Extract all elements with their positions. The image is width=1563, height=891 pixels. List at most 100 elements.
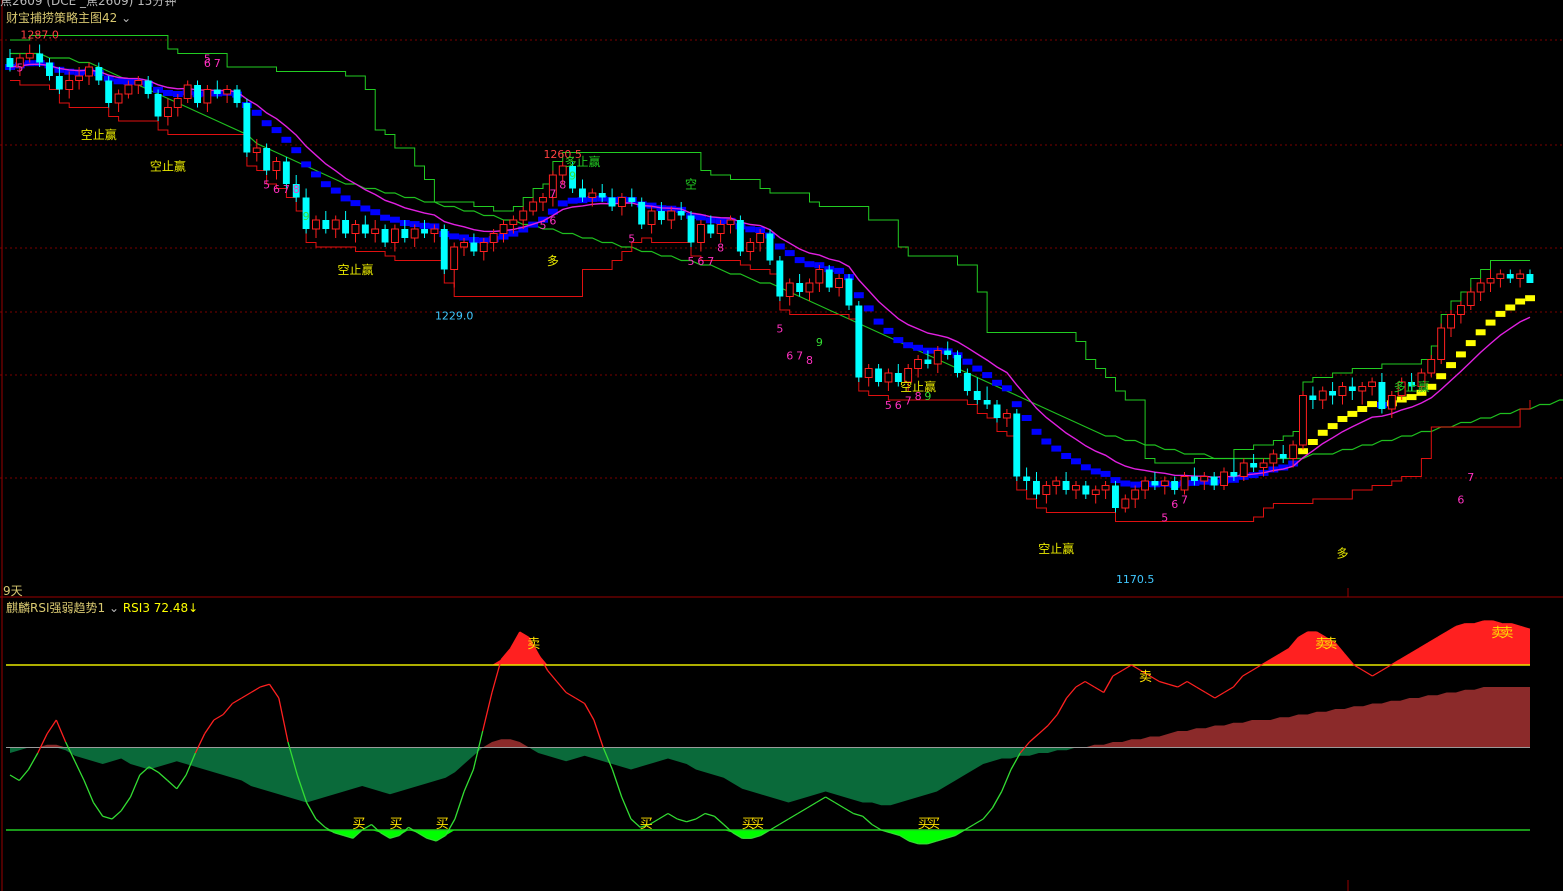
candle-body [470, 242, 478, 252]
rsi-line-segment [1038, 725, 1049, 735]
count-label: 7 [796, 350, 803, 363]
chevron-down-icon[interactable]: ⌄ [105, 601, 119, 615]
candle-body [331, 219, 340, 230]
rsi-line-segment [9, 774, 20, 782]
trend-block [380, 214, 390, 221]
rsi-line-segment [46, 719, 57, 735]
trend-block [853, 292, 864, 299]
candle-body [351, 224, 360, 234]
rsi-line-segment [1094, 686, 1105, 694]
candle-body [1496, 273, 1505, 279]
candle-body [124, 84, 133, 95]
rsi-line-segment [1168, 683, 1178, 688]
trend-block [1406, 394, 1417, 401]
sub-indicator-title[interactable]: 麒麟RSI强弱趋势1 ⌄ RSI3 72.48↓ [6, 599, 198, 616]
trend-block [1515, 298, 1526, 305]
rsi-line-segment [695, 812, 706, 820]
rsi-line-segment [862, 815, 873, 825]
count-label: 8 [806, 354, 813, 367]
candle-body [618, 197, 626, 207]
rsi-line-segment [1084, 680, 1095, 688]
candle-body [1289, 444, 1298, 459]
rsi-line-segment [769, 823, 780, 831]
rsi-line-segment [482, 692, 493, 732]
candle-body [983, 400, 991, 405]
rsi-line-segment [260, 683, 270, 688]
candle-body [825, 269, 833, 288]
rsi-line-segment [547, 670, 558, 682]
candle-body [1457, 305, 1465, 315]
rsi-line-segment [1075, 680, 1086, 688]
candle-body [1368, 381, 1376, 387]
buy-marker: 买 [389, 817, 402, 832]
candle-body [1171, 481, 1179, 490]
candle-body [322, 220, 330, 229]
rsi-line-segment [788, 812, 799, 820]
candle-body [509, 219, 518, 225]
candle-body [588, 192, 597, 198]
trend-area-strong [10, 687, 1530, 748]
count-label: 7 [549, 188, 556, 201]
candle-body [658, 211, 665, 220]
candle-body [1052, 480, 1061, 486]
candle-body [450, 246, 459, 270]
rsi-line-segment [778, 818, 789, 826]
buy-marker: 买 [436, 817, 449, 832]
candle-body [105, 80, 113, 103]
candle-body [638, 202, 646, 225]
candle-body [1191, 476, 1198, 481]
trend-block [1485, 319, 1496, 326]
trend-block [113, 78, 124, 85]
rsi-line-segment [83, 780, 94, 803]
candle-body [25, 53, 34, 59]
candle-body [85, 66, 93, 77]
trend-block [863, 305, 874, 312]
count-label: 7 [1467, 471, 1474, 484]
count-label: 5 [204, 53, 211, 66]
trend-block [330, 187, 341, 194]
count-label: 7 [905, 395, 912, 408]
rsi-line-segment [704, 812, 715, 817]
rsi-line-segment [129, 774, 141, 798]
buy-marker: 买 [640, 817, 653, 832]
candle-body [183, 84, 192, 99]
candle-body [726, 219, 735, 225]
candle-body [697, 224, 705, 243]
trend-area-weak [10, 747, 1530, 806]
main-indicator-title[interactable]: 财宝捕捞策略主图42 ⌄ [6, 9, 131, 26]
rsi-line-segment [621, 796, 632, 820]
rsi-line-segment [1214, 691, 1225, 699]
candle-body [1082, 485, 1090, 495]
rsi-line-segment [157, 771, 169, 781]
trend-block [1317, 429, 1328, 436]
candle-body [95, 67, 103, 81]
price-label: 1287.0 [20, 29, 59, 42]
candle-body [579, 188, 586, 198]
rsi-line-segment [55, 719, 67, 743]
signal-annotation: 多 [547, 254, 559, 268]
rsi-line-segment [92, 802, 104, 817]
candle-body [430, 228, 439, 234]
trend-block [992, 379, 1002, 386]
candle-body [173, 98, 182, 108]
candle-body [766, 233, 774, 261]
chevron-down-icon[interactable]: ⌄ [117, 11, 131, 25]
rsi-line-segment [204, 719, 215, 735]
trend-block [883, 327, 894, 334]
candle-body [1259, 462, 1268, 468]
trend-block [1100, 470, 1111, 477]
rsi-line-segment [1251, 664, 1262, 672]
count-label: 5 [1161, 512, 1168, 525]
rsi-line-segment [1353, 664, 1364, 672]
candle-body [1091, 489, 1100, 495]
trend-block [1021, 415, 1032, 421]
rsi-line-segment [18, 769, 29, 781]
candle-body [1516, 273, 1525, 279]
rsi-line-segment [222, 703, 233, 715]
candle-body [75, 75, 83, 81]
candle-body [628, 197, 636, 202]
trend-block [982, 372, 993, 379]
window-title: 焦2609 (DCE _焦2609) 15分钟 [0, 0, 177, 8]
trend-block [1347, 410, 1358, 417]
rsi-line-segment [991, 791, 1003, 809]
